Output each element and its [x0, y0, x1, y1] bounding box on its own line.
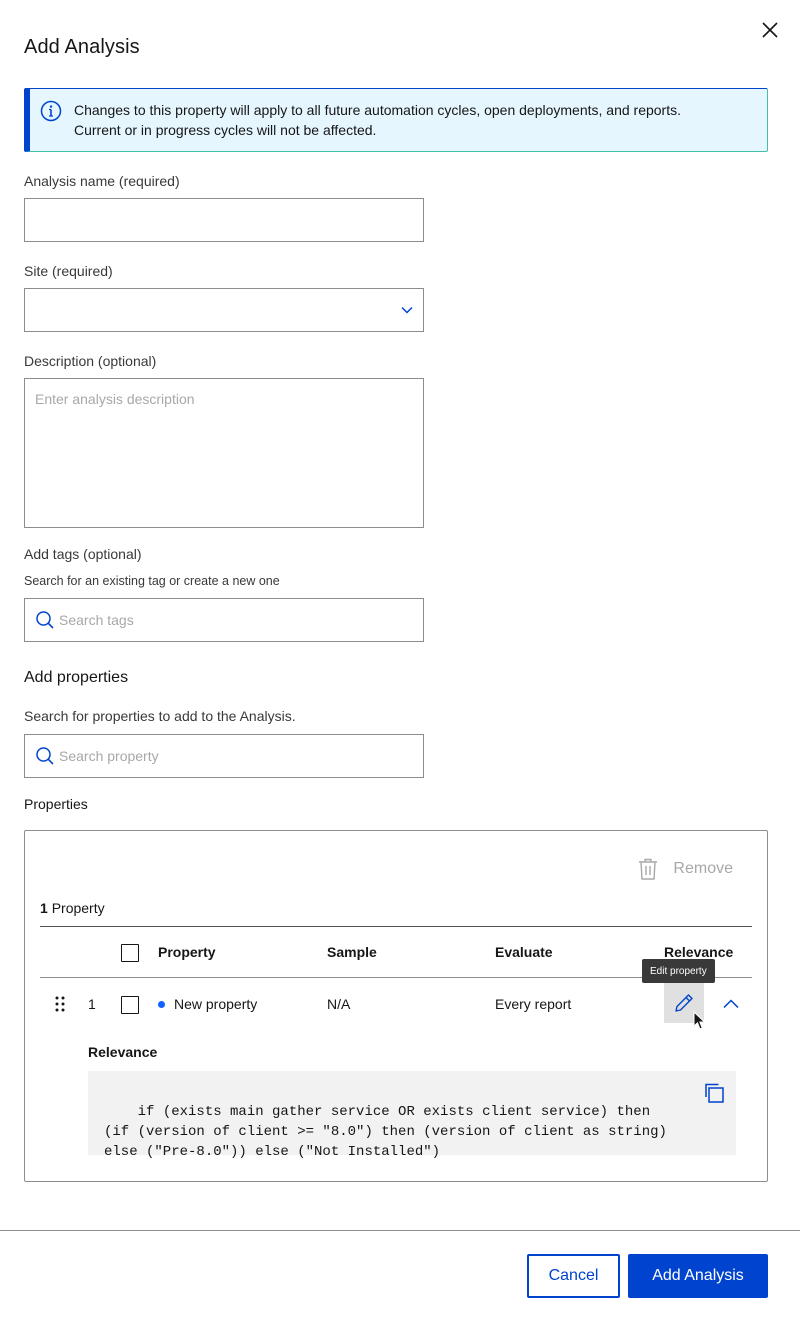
tags-search-field[interactable] — [24, 598, 424, 642]
add-analysis-button[interactable]: Add Analysis — [628, 1254, 768, 1298]
close-icon — [762, 22, 778, 38]
search-icon — [36, 747, 54, 765]
row-sample: N/A — [327, 996, 351, 1012]
add-properties-helper: Search for properties to add to the Anal… — [24, 708, 296, 724]
trash-icon — [639, 858, 658, 880]
description-textarea[interactable] — [35, 389, 413, 517]
property-count: 1 Property — [40, 900, 105, 916]
column-header-sample[interactable]: Sample — [327, 944, 377, 960]
row-checkbox[interactable] — [121, 996, 139, 1014]
property-search-input[interactable] — [59, 748, 413, 764]
description-label: Description (optional) — [24, 353, 157, 369]
relevance-code: if (exists main gather service OR exists… — [104, 1104, 676, 1160]
banner-text: Changes to this property will apply to a… — [74, 100, 681, 140]
remove-button[interactable]: Remove — [637, 855, 733, 883]
banner-line-1: Changes to this property will apply to a… — [74, 102, 681, 118]
row-index: 1 — [88, 996, 96, 1012]
status-dot — [158, 1000, 165, 1008]
chevron-down-icon — [401, 306, 413, 314]
add-properties-title: Add properties — [24, 669, 129, 686]
site-label: Site (required) — [24, 263, 113, 279]
copy-icon[interactable] — [702, 1081, 726, 1105]
properties-panel: Remove 1 Property Property Sample Evalua… — [24, 830, 768, 1182]
tags-helper: Search for an existing tag or create a n… — [24, 574, 280, 588]
table-top-divider — [40, 926, 752, 927]
info-banner: Changes to this property will apply to a… — [24, 88, 768, 152]
row-property-name[interactable]: New property — [158, 996, 257, 1012]
relevance-code-block: if (exists main gather service OR exists… — [88, 1071, 736, 1160]
property-count-label: Property — [51, 900, 105, 916]
column-header-relevance[interactable]: Relevance — [664, 944, 733, 960]
analysis-name-field[interactable] — [24, 198, 424, 242]
relevance-label: Relevance — [88, 1044, 158, 1060]
modal-title: Add Analysis — [24, 36, 140, 58]
property-search-field[interactable] — [24, 734, 424, 778]
banner-line-2: Current or in progress cycles will not b… — [74, 122, 377, 138]
mouse-pointer-icon — [693, 1011, 706, 1030]
row-evaluate: Every report — [495, 996, 572, 1012]
close-button[interactable] — [756, 16, 784, 44]
column-header-evaluate[interactable]: Evaluate — [495, 944, 553, 960]
drag-handle-icon[interactable] — [54, 996, 66, 1012]
site-select[interactable] — [24, 288, 424, 332]
analysis-name-input[interactable] — [35, 212, 413, 228]
search-icon — [36, 611, 54, 629]
edit-property-tooltip: Edit property — [642, 959, 715, 983]
remove-button-label: Remove — [673, 860, 733, 877]
pencil-icon — [675, 994, 693, 1012]
properties-label: Properties — [24, 796, 88, 812]
analysis-name-label: Analysis name (required) — [24, 173, 180, 189]
cancel-button[interactable]: Cancel — [527, 1254, 620, 1298]
info-icon — [40, 100, 62, 122]
tags-label: Add tags (optional) — [24, 546, 142, 562]
tags-search-input[interactable] — [59, 612, 413, 628]
row-property-label: New property — [174, 996, 258, 1012]
footer-divider — [0, 1230, 800, 1231]
chevron-up-icon[interactable] — [722, 996, 740, 1012]
select-all-checkbox[interactable] — [121, 944, 139, 962]
property-count-number: 1 — [40, 900, 48, 916]
column-header-property[interactable]: Property — [158, 944, 216, 960]
description-field[interactable] — [24, 378, 424, 528]
